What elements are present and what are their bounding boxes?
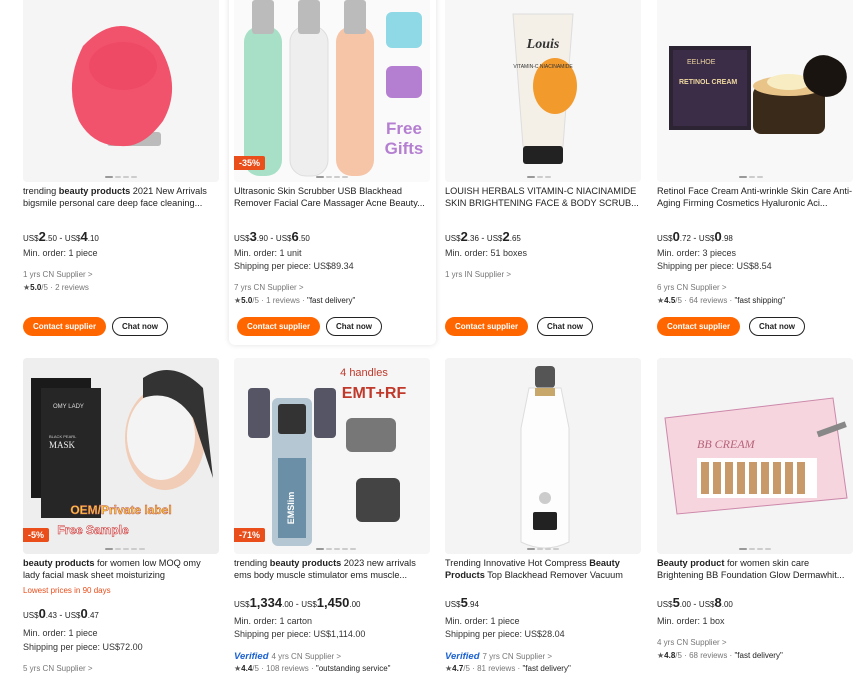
svg-text:OEM/Private label: OEM/Private label (70, 503, 171, 517)
supplier-info[interactable]: 1 yrs IN Supplier > (445, 270, 511, 279)
shipping-cost: Shipping per piece: US$1,114.00 (234, 629, 366, 639)
svg-text:EELHOE: EELHOE (687, 59, 716, 66)
product-title[interactable]: trending beauty products 2021 New Arriva… (23, 185, 219, 209)
product-card[interactable]: Free Gifts -35% Ultrasonic Skin Scrubber… (229, 0, 436, 345)
rating: ★4.4/5 · 108 reviews · "outstanding serv… (234, 664, 391, 673)
discount-badge: -71% (234, 528, 266, 542)
svg-text:Free: Free (386, 119, 422, 138)
supplier-info[interactable]: 7 yrs CN Supplier > (234, 283, 304, 292)
image-pager (316, 176, 348, 178)
price-range: US$2.50 - US$4.10 (23, 229, 99, 244)
svg-text:BLACK PEARL: BLACK PEARL (49, 434, 77, 439)
discount-badge: -5% (23, 528, 50, 542)
image-pager (739, 176, 763, 178)
svg-text:MASK: MASK (49, 440, 76, 450)
product-card[interactable]: Trending Innovative Hot Compress Beauty … (445, 358, 656, 678)
svg-text:EMSlim: EMSlim (286, 492, 296, 525)
product-card[interactable]: OMY LADY BLACK PEARL MASK OEM/Private la… (23, 358, 234, 678)
shipping-cost: Shipping per piece: US$8.54 (657, 261, 772, 271)
supplier-info[interactable]: 5 yrs CN Supplier > (23, 664, 93, 673)
rating: ★4.5/5 · 64 reviews · "fast shipping" (657, 296, 786, 305)
price-range: US$0.72 - US$0.98 (657, 229, 733, 244)
product-title[interactable]: Trending Innovative Hot Compress Beauty … (445, 557, 641, 581)
verified-badge: Verified (445, 651, 480, 662)
rating: ★4.8/5 · 68 reviews · "fast delivery" (657, 651, 783, 660)
chat-now-button[interactable]: Chat now (112, 317, 168, 336)
product-image[interactable]: Free Gifts -35% (234, 0, 430, 182)
min-order: Min. order: 1 piece (23, 248, 98, 258)
discount-badge: -35% (234, 156, 266, 170)
price-range: US$3.90 - US$6.50 (234, 229, 310, 244)
min-order: Min. order: 51 boxes (445, 248, 528, 258)
min-order: Min. order: 1 carton (234, 616, 313, 626)
chat-now-button[interactable]: Chat now (537, 317, 593, 336)
product-image[interactable]: BB CREAM (657, 358, 853, 554)
shipping-cost: Shipping per piece: US$72.00 (23, 642, 143, 652)
price-range: US$0.43 - US$0.47 (23, 606, 99, 621)
product-card[interactable]: EELHOE RETINOL CREAM Retinol Face Cream … (657, 0, 855, 346)
price: US$5.94 (445, 595, 479, 610)
product-title[interactable]: Ultrasonic Skin Scrubber USB Blackhead R… (234, 185, 430, 209)
svg-text:Gifts: Gifts (385, 139, 424, 158)
product-title[interactable]: LOUISH HERBALS VITAMIN-C NIACINAMIDE SKI… (445, 185, 641, 209)
svg-text:Louis: Louis (526, 37, 560, 52)
contact-supplier-button[interactable]: Contact supplier (237, 317, 320, 336)
image-pager (527, 176, 551, 178)
product-card[interactable]: 4 handles EMT+RF EMSlim -71% trending be… (234, 358, 445, 678)
supplier-info[interactable]: 1 yrs CN Supplier > (23, 270, 93, 279)
price-range: US$1,334.00 - US$1,450.00 (234, 595, 361, 610)
product-card[interactable]: BB CREAM Beauty product for women skin c… (657, 358, 855, 678)
image-pager (527, 548, 559, 550)
contact-supplier-button[interactable]: Contact supplier (657, 317, 740, 336)
product-title[interactable]: Beauty product for women skin care Brigh… (657, 557, 853, 581)
product-image[interactable]: 4 handles EMT+RF EMSlim -71% (234, 358, 430, 554)
image-pager (105, 548, 145, 550)
image-pager (316, 548, 356, 550)
svg-text:4 handles: 4 handles (340, 367, 388, 379)
svg-text:RETINOL CREAM: RETINOL CREAM (679, 79, 737, 86)
rating: ★5.0/5 · 2 reviews (23, 283, 89, 292)
shipping-cost: Shipping per piece: US$28.04 (445, 629, 565, 639)
svg-text:EMT+RF: EMT+RF (342, 385, 407, 402)
product-image[interactable] (23, 0, 219, 182)
lowest-price-label: Lowest prices in 90 days (23, 586, 111, 595)
product-title[interactable]: trending beauty products 2023 new arriva… (234, 557, 430, 581)
supplier-info[interactable]: Verified 4 yrs CN Supplier > (234, 651, 341, 662)
rating: ★5.0/5 · 1 reviews · "fast delivery" (234, 296, 356, 305)
shipping-cost: Shipping per piece: US$89.34 (234, 261, 354, 271)
price-range: US$5.00 - US$8.00 (657, 595, 733, 610)
product-image[interactable]: Louis VITAMIN-C NIACINAMIDE (445, 0, 641, 182)
min-order: Min. order: 1 piece (23, 628, 98, 638)
image-pager (739, 548, 771, 550)
product-title[interactable]: Retinol Face Cream Anti-wrinkle Skin Car… (657, 185, 853, 209)
min-order: Min. order: 1 box (657, 616, 725, 626)
price-range: US$2.36 - US$2.65 (445, 229, 521, 244)
svg-text:VITAMIN-C NIACINAMIDE: VITAMIN-C NIACINAMIDE (513, 64, 573, 70)
supplier-info[interactable]: 6 yrs CN Supplier > (657, 283, 727, 292)
verified-badge: Verified (234, 651, 269, 662)
contact-supplier-button[interactable]: Contact supplier (445, 317, 528, 336)
min-order: Min. order: 3 pieces (657, 248, 737, 258)
product-card[interactable]: trending beauty products 2021 New Arriva… (23, 0, 234, 346)
product-image[interactable]: EELHOE RETINOL CREAM (657, 0, 853, 182)
product-card[interactable]: Louis VITAMIN-C NIACINAMIDE LOUISH HERBA… (445, 0, 656, 346)
product-image[interactable]: OMY LADY BLACK PEARL MASK OEM/Private la… (23, 358, 219, 554)
min-order: Min. order: 1 unit (234, 248, 302, 258)
svg-text:BB CREAM: BB CREAM (697, 437, 756, 451)
supplier-info[interactable]: 4 yrs CN Supplier > (657, 638, 727, 647)
chat-now-button[interactable]: Chat now (749, 317, 805, 336)
rating: ★4.7/5 · 81 reviews · "fast delivery" (445, 664, 571, 673)
supplier-info[interactable]: Verified 7 yrs CN Supplier > (445, 651, 552, 662)
chat-now-button[interactable]: Chat now (326, 317, 382, 336)
contact-supplier-button[interactable]: Contact supplier (23, 317, 106, 336)
image-pager (105, 176, 137, 178)
svg-text:Free Sample: Free Sample (57, 523, 129, 537)
product-image[interactable] (445, 358, 641, 554)
product-grid: trending beauty products 2021 New Arriva… (0, 0, 855, 674)
svg-text:OMY LADY: OMY LADY (53, 404, 84, 410)
product-title[interactable]: beauty products for women low MOQ omy la… (23, 557, 219, 581)
min-order: Min. order: 1 piece (445, 616, 520, 626)
